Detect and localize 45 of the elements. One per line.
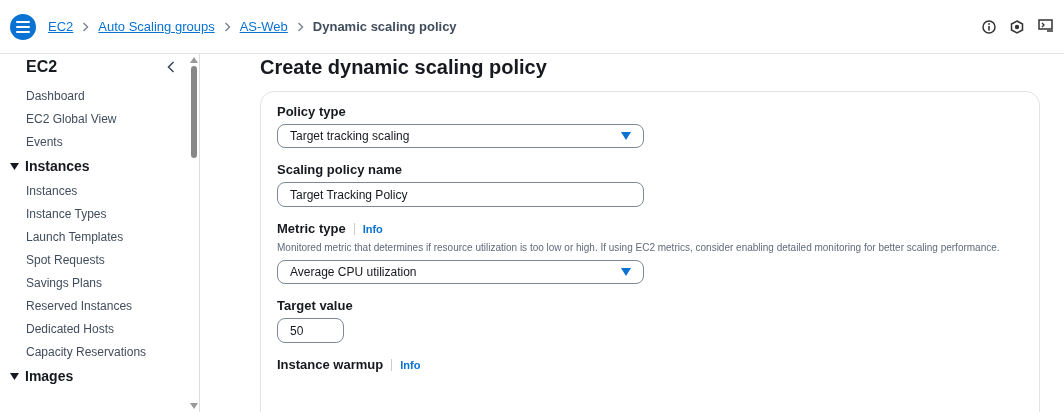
scroll-down-arrow[interactable] [190,403,198,409]
menu-icon [16,20,30,33]
field-label: Metric type [277,221,346,236]
nav-item[interactable]: Launch Templates [26,225,189,248]
input-field[interactable]: 50 [277,318,344,343]
collapse-icon[interactable] [167,61,175,73]
dropdown[interactable]: Target tracking scaling [277,124,644,148]
sidebar-title: EC2 [26,58,58,76]
nav-item[interactable]: Dedicated Hosts [26,317,189,340]
chevron-icon [296,21,304,32]
nav-item[interactable]: Instances [26,179,189,202]
info-link[interactable]: Info [353,222,383,235]
nav-item[interactable]: EC2 Global View [26,107,189,130]
section-label: Images [25,368,74,384]
nav-item[interactable]: Dashboard [26,84,189,107]
scrollbar-thumb[interactable] [191,66,197,158]
caret-icon [621,268,631,276]
caret-icon [621,132,631,140]
field-label: Policy type [277,104,346,119]
nav-item[interactable]: Events [26,130,189,153]
info-link[interactable]: Info [391,358,421,371]
nav-item[interactable]: Savings Plans [26,271,189,294]
input-field[interactable]: Target Tracking Policy [277,182,644,207]
field-label: Instance warmup [277,357,384,372]
field-label: Scaling policy name [277,162,402,177]
section-label: Instances [25,158,90,174]
nav-section[interactable]: Instances [10,153,189,179]
info-icon[interactable] [982,19,996,34]
nav-item[interactable]: Capacity Reservations [26,340,189,363]
menu-button[interactable] [10,13,36,40]
breadcrumb-current: Dynamic scaling policy [312,19,457,34]
nav-section[interactable]: Images [10,363,189,389]
page-title: Create dynamic scaling policy [260,56,548,79]
chevron-icon [223,21,231,32]
dropdown[interactable]: Average CPU utilization [277,260,644,284]
breadcrumb-link[interactable]: EC2 [48,19,74,34]
nav-item[interactable]: Instance Types [26,202,189,225]
field-label: Target value [277,298,353,313]
nav-item[interactable]: Reserved Instances [26,294,189,317]
breadcrumb-link[interactable]: Auto Scaling groups [98,19,215,34]
scroll-up-arrow[interactable] [190,57,198,63]
chevron-icon [82,21,90,32]
field-description: Monitored metric that determines if resource utilization is too low or high. If using EC2 metrics, consider enabling detailed monitoring for better scaling performance. [277,241,1001,255]
breadcrumb-link[interactable]: AS-Web [239,19,288,34]
nav-item[interactable]: Spot Requests [26,248,189,271]
